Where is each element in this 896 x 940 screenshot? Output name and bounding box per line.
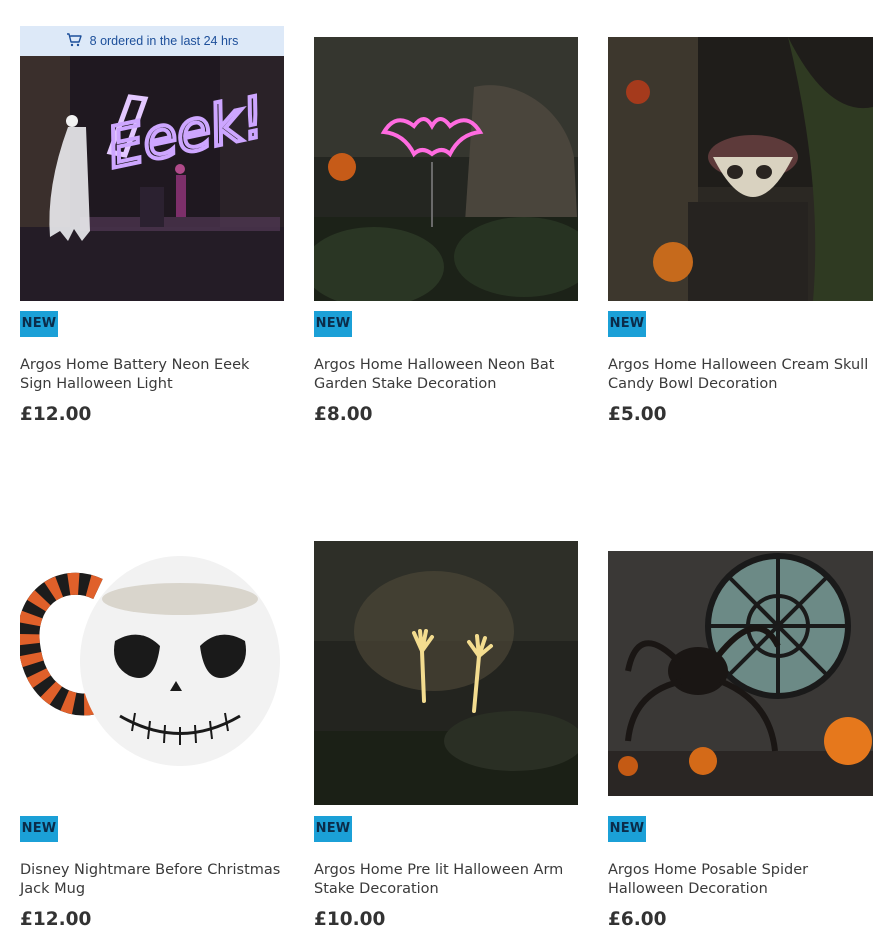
ordered-recently-text: 8 ordered in the last 24 hrs bbox=[89, 34, 239, 48]
product-title[interactable]: Disney Nightmare Before Christmas Jack M… bbox=[20, 861, 282, 899]
neon-eeek-sign-image[interactable]: Eeek! bbox=[20, 37, 284, 301]
arm-stake-image[interactable] bbox=[314, 541, 578, 805]
product-title[interactable]: Argos Home Halloween Cream Skull Candy B… bbox=[608, 356, 870, 394]
product-title[interactable]: Argos Home Pre lit Halloween Arm Stake D… bbox=[314, 861, 576, 899]
new-badge: NEW bbox=[20, 311, 58, 337]
new-badge: NEW bbox=[608, 816, 646, 842]
posable-spider-image[interactable] bbox=[608, 551, 873, 796]
product-price: £6.00 bbox=[608, 909, 667, 930]
skull-candy-bowl-image[interactable] bbox=[608, 37, 873, 301]
new-badge: NEW bbox=[314, 816, 352, 842]
product-title[interactable]: Argos Home Battery Neon Eeek Sign Hallow… bbox=[20, 356, 282, 394]
neon-bat-stake-image[interactable] bbox=[314, 37, 578, 301]
product-price: £8.00 bbox=[314, 404, 373, 425]
product-price: £5.00 bbox=[608, 404, 667, 425]
product-title[interactable]: Argos Home Halloween Neon Bat Garden Sta… bbox=[314, 356, 576, 394]
product-price: £12.00 bbox=[20, 404, 92, 425]
product-price: £12.00 bbox=[20, 909, 92, 930]
product-title[interactable]: Argos Home Posable Spider Halloween Deco… bbox=[608, 861, 870, 899]
new-badge: NEW bbox=[314, 311, 352, 337]
new-badge: NEW bbox=[20, 816, 58, 842]
cart-icon bbox=[66, 32, 82, 51]
product-price: £10.00 bbox=[314, 909, 386, 930]
new-badge: NEW bbox=[608, 311, 646, 337]
jack-mug-image[interactable] bbox=[20, 541, 284, 805]
ordered-recently-strip: 8 ordered in the last 24 hrs bbox=[20, 26, 284, 56]
